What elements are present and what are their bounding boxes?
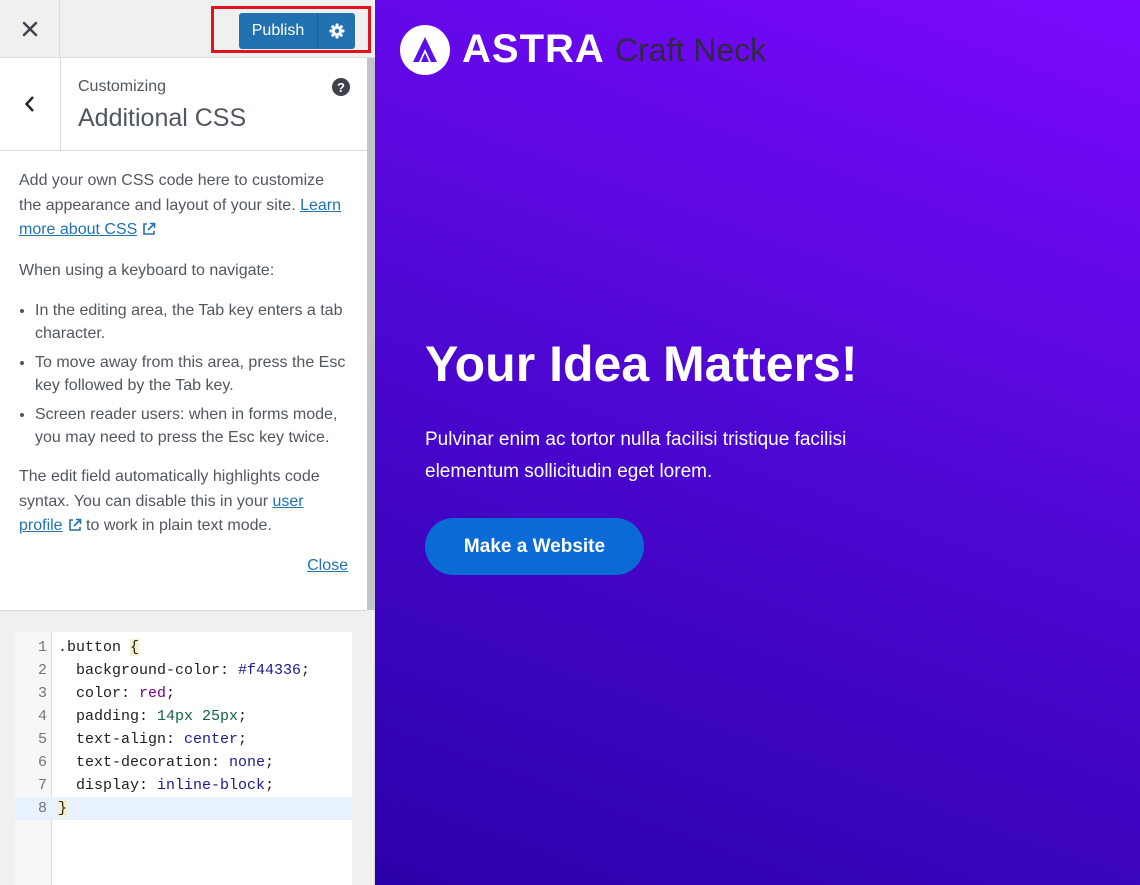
section-subtitle: Customizing bbox=[78, 78, 167, 95]
line-number: 7 bbox=[37, 777, 47, 794]
css-value: none bbox=[229, 754, 266, 771]
css-semicolon: ; bbox=[301, 662, 311, 679]
css-property: color: bbox=[58, 685, 140, 702]
css-property: padding: bbox=[58, 708, 158, 725]
syntax-text-end: to work in plain text mode. bbox=[86, 517, 272, 534]
close-customizer-button[interactable] bbox=[0, 0, 60, 58]
code-text: padding: 14px 25px; bbox=[51, 708, 247, 725]
intro-text: Add your own CSS code here to customize … bbox=[19, 172, 325, 214]
code-line[interactable]: 1 .button { bbox=[15, 636, 352, 659]
keyboard-tips-list: In the editing area, the Tab key enters … bbox=[19, 299, 348, 449]
css-value: 14px 25px bbox=[157, 708, 239, 725]
close-description-link[interactable]: Close bbox=[307, 554, 348, 579]
css-value: center bbox=[184, 731, 239, 748]
list-item: To move away from this area, press the E… bbox=[35, 351, 348, 397]
make-website-button[interactable]: Make a Website bbox=[425, 518, 644, 575]
open-brace: { bbox=[130, 639, 140, 656]
customizer-header: Publish bbox=[0, 0, 375, 58]
hero-text: Pulvinar enim ac tortor nulla facilisi t… bbox=[425, 429, 847, 482]
close-icon bbox=[22, 21, 37, 37]
publish-button-group: Publish bbox=[239, 13, 355, 49]
publish-button[interactable]: Publish bbox=[239, 13, 317, 49]
list-item: In the editing area, the Tab key enters … bbox=[35, 299, 348, 345]
line-number: 5 bbox=[37, 731, 47, 748]
close-brace: } bbox=[58, 800, 68, 817]
syntax-paragraph: The edit field automatically highlights … bbox=[19, 465, 348, 539]
code-line[interactable]: 2 background-color: #f44336; bbox=[15, 659, 352, 682]
css-value: #f44336 bbox=[238, 662, 302, 679]
code-line[interactable]: 5 text-align: center; bbox=[15, 728, 352, 751]
line-number: 1 bbox=[37, 639, 47, 656]
help-icon[interactable]: ? bbox=[332, 78, 350, 96]
css-property: text-decoration: bbox=[58, 754, 230, 771]
css-semicolon: ; bbox=[238, 708, 248, 725]
code-line-active[interactable]: 8 } bbox=[15, 797, 352, 820]
css-value: inline-block bbox=[157, 777, 266, 794]
site-preview: ASTRA Craft Neck Your Idea Matters! Pulv… bbox=[375, 0, 1140, 885]
code-text: background-color: #f44336; bbox=[51, 662, 310, 679]
astra-logo-icon[interactable] bbox=[400, 25, 450, 75]
css-property: background-color: bbox=[58, 662, 239, 679]
css-code-editor[interactable]: 1 .button { 2 background-color: #f44336;… bbox=[15, 632, 352, 885]
external-link-icon bbox=[143, 222, 156, 235]
css-value: red bbox=[139, 685, 167, 702]
list-item: Screen reader users: when in forms mode,… bbox=[35, 403, 348, 449]
panel-scrollbar[interactable] bbox=[367, 58, 375, 610]
section-header: Customizing Additional CSS ? bbox=[0, 58, 367, 151]
astra-logo-text[interactable]: ASTRA bbox=[462, 27, 605, 72]
line-number: 3 bbox=[37, 685, 47, 702]
css-property: display: bbox=[58, 777, 158, 794]
css-semicolon: ; bbox=[265, 777, 275, 794]
code-text: .button { bbox=[51, 639, 140, 656]
line-number: 2 bbox=[37, 662, 47, 679]
external-link-icon bbox=[68, 518, 81, 531]
code-line[interactable]: 3 color: red; bbox=[15, 682, 352, 705]
site-title[interactable]: Craft Neck bbox=[615, 32, 766, 69]
back-button[interactable] bbox=[0, 58, 61, 150]
code-text: } bbox=[51, 800, 68, 817]
code-text: color: red; bbox=[51, 685, 175, 702]
keyboard-heading: When using a keyboard to navigate: bbox=[19, 261, 275, 279]
css-semicolon: ; bbox=[166, 685, 176, 702]
code-text: text-decoration: none; bbox=[51, 754, 274, 771]
css-semicolon: ; bbox=[238, 731, 248, 748]
css-property: text-align: bbox=[58, 731, 185, 748]
section-title: Additional CSS bbox=[78, 104, 247, 132]
css-semicolon: ; bbox=[265, 754, 275, 771]
customizer-panel: Publish Customizing Additional CSS ? Add… bbox=[0, 0, 375, 885]
publish-settings-button[interactable] bbox=[317, 13, 355, 49]
line-number: 6 bbox=[37, 754, 47, 771]
code-text: text-align: center; bbox=[51, 731, 247, 748]
css-selector: .button bbox=[58, 639, 131, 656]
intro-paragraph: Add your own CSS code here to customize … bbox=[19, 169, 348, 243]
code-text: display: inline-block; bbox=[51, 777, 274, 794]
gear-icon bbox=[329, 23, 344, 39]
astra-a-icon bbox=[413, 37, 437, 62]
css-description: Add your own CSS code here to customize … bbox=[0, 151, 367, 611]
code-line[interactable]: 4 padding: 14px 25px; bbox=[15, 705, 352, 728]
chevron-left-icon bbox=[24, 96, 34, 112]
hero-heading: Your Idea Matters! bbox=[425, 336, 858, 392]
code-line[interactable]: 7 display: inline-block; bbox=[15, 774, 352, 797]
line-number: 8 bbox=[37, 800, 47, 817]
code-line[interactable]: 6 text-decoration: none; bbox=[15, 751, 352, 774]
line-number: 4 bbox=[37, 708, 47, 725]
